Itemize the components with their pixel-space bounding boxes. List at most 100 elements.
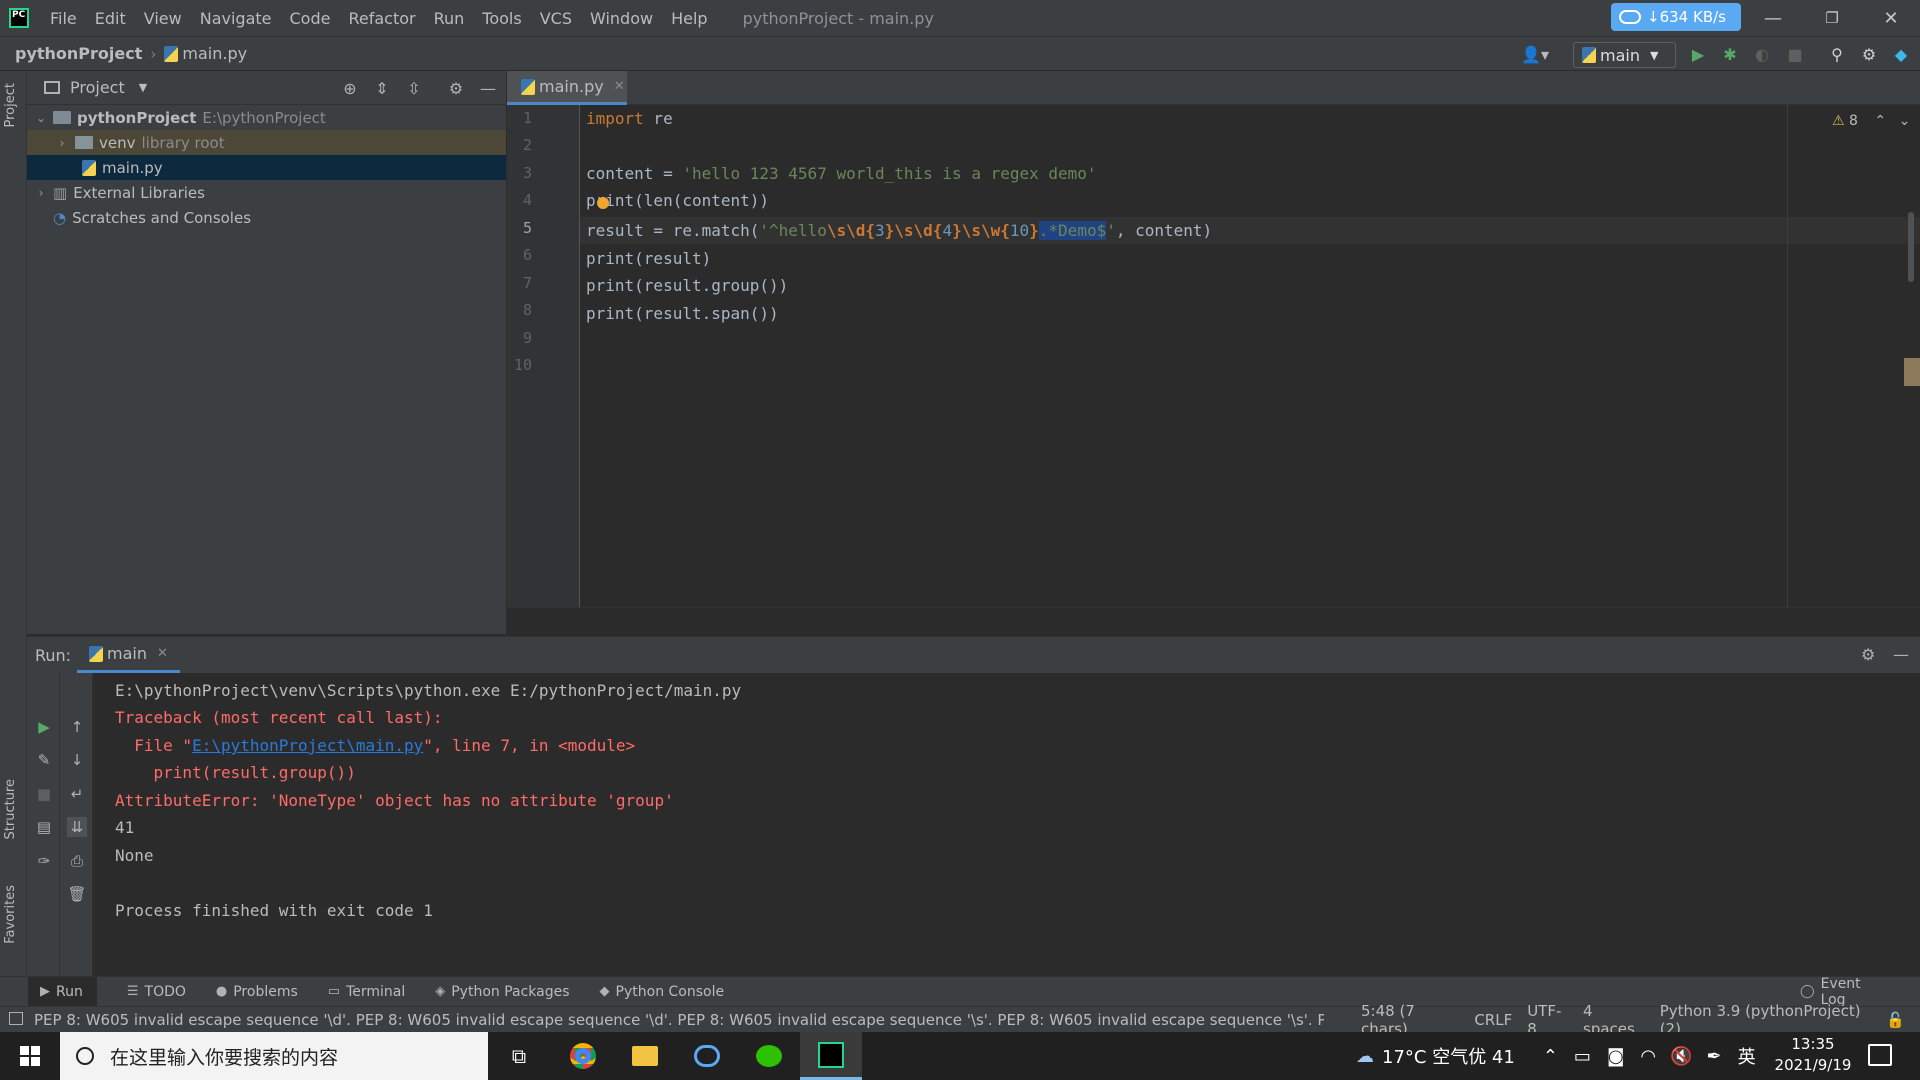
- file-explorer-icon[interactable]: [614, 1032, 676, 1080]
- tree-label: External Libraries: [73, 183, 205, 202]
- console-output[interactable]: E:\pythonProject\venv\Scripts\python.exe…: [115, 673, 1915, 977]
- line-separator[interactable]: CRLF: [1474, 1011, 1512, 1029]
- user-account-icon[interactable]: 👤▾: [1518, 44, 1552, 64]
- restore-button[interactable]: ❐: [1803, 0, 1861, 36]
- tool-tab-python-console[interactable]: ◆ Python Console: [600, 984, 725, 1000]
- baidu-netdisk-icon[interactable]: [676, 1032, 738, 1080]
- menu-help[interactable]: Help: [662, 9, 716, 28]
- tool-tab-run[interactable]: ▶ Run: [28, 976, 97, 1007]
- menu-code[interactable]: Code: [281, 9, 340, 28]
- tray-app-icon[interactable]: ◙: [1607, 1046, 1624, 1067]
- chevron-down-icon[interactable]: ▼: [139, 81, 147, 94]
- console-line: AttributeError: 'NoneType' object has no…: [115, 791, 674, 810]
- print-icon[interactable]: ⎙: [67, 851, 87, 871]
- search-icon: [76, 1047, 94, 1065]
- minimize-button[interactable]: —: [1744, 0, 1802, 36]
- collapsed-arrow-icon[interactable]: ›: [55, 136, 69, 150]
- clock[interactable]: 13:35 2021/9/19: [1768, 1034, 1858, 1076]
- traceback-file-link[interactable]: E:\pythonProject\main.py: [192, 736, 423, 755]
- stop-icon[interactable]: ■: [1785, 44, 1805, 64]
- tool-tab-terminal[interactable]: ▭ Terminal: [328, 984, 405, 1000]
- chevron-down-icon[interactable]: ⌄: [1899, 113, 1911, 129]
- breadcrumb-project[interactable]: pythonProject: [15, 44, 142, 63]
- tree-item-scratches[interactable]: ◔ Scratches and Consoles: [27, 205, 506, 230]
- tree-item-venv[interactable]: › venv library root: [27, 130, 506, 155]
- expanded-arrow-icon[interactable]: ⌄: [34, 111, 48, 125]
- layout-icon[interactable]: ▤: [34, 817, 54, 837]
- notification-center-icon[interactable]: [1868, 1044, 1892, 1066]
- run-config-select[interactable]: main ▼: [1573, 42, 1676, 68]
- close-window-button[interactable]: ✕: [1862, 0, 1920, 36]
- soft-wrap-icon[interactable]: ↵: [67, 784, 87, 804]
- collapse-all-icon[interactable]: ⇳: [405, 79, 423, 98]
- settings-gear-icon[interactable]: ⚙: [1859, 44, 1879, 64]
- menu-run[interactable]: Run: [425, 9, 474, 28]
- pin-icon[interactable]: ✑: [34, 851, 54, 871]
- chrome-icon[interactable]: [552, 1032, 614, 1080]
- rerun-icon[interactable]: ▶: [34, 717, 54, 737]
- menu-window[interactable]: Window: [581, 9, 662, 28]
- pen-icon[interactable]: ✒: [1707, 1046, 1722, 1067]
- menu-navigate[interactable]: Navigate: [191, 9, 281, 28]
- stripe-project-tab[interactable]: Project: [3, 83, 18, 127]
- arrow-down-icon[interactable]: ↓: [67, 750, 87, 770]
- lock-icon[interactable]: 🔓: [1886, 1011, 1905, 1029]
- pycharm-taskbar-icon[interactable]: [800, 1032, 862, 1080]
- stripe-structure-tab[interactable]: Structure: [3, 779, 18, 839]
- debug-icon[interactable]: ✱: [1720, 44, 1740, 64]
- tool-tab-problems[interactable]: ● Problems: [216, 984, 298, 1000]
- locate-file-icon[interactable]: ⊕: [341, 79, 359, 98]
- arrow-up-icon[interactable]: ↑: [67, 717, 87, 737]
- breadcrumb-file[interactable]: main.py: [182, 44, 247, 63]
- task-view-icon[interactable]: ⧉: [488, 1032, 550, 1080]
- plugin-icon[interactable]: ◆: [1891, 44, 1911, 64]
- settings-gear-icon[interactable]: ⚙: [1861, 645, 1875, 664]
- tool-tab-todo[interactable]: ☰ TODO: [127, 984, 186, 1000]
- close-tab-icon[interactable]: ✕: [614, 79, 625, 94]
- toggle-panels-icon[interactable]: [9, 1012, 23, 1025]
- wechat-icon[interactable]: [738, 1032, 800, 1080]
- wifi-icon[interactable]: ◠: [1640, 1046, 1656, 1067]
- hide-panel-icon[interactable]: —: [479, 79, 497, 98]
- code-editor[interactable]: import re content = 'hello 123 4567 worl…: [580, 105, 1920, 607]
- battery-icon[interactable]: ▭: [1574, 1046, 1591, 1067]
- menu-tools[interactable]: Tools: [473, 9, 530, 28]
- menu-file[interactable]: File: [41, 9, 86, 28]
- intention-bulb-icon[interactable]: [597, 197, 609, 209]
- download-speed-badge[interactable]: ↓ 634 KB/s: [1611, 3, 1741, 31]
- menu-view[interactable]: View: [135, 9, 191, 28]
- ime-indicator[interactable]: 英: [1738, 1043, 1756, 1069]
- volume-muted-icon[interactable]: 🔇: [1670, 1046, 1692, 1067]
- editor-scrollbar[interactable]: [1908, 212, 1914, 282]
- wrench-icon[interactable]: ✎: [34, 750, 54, 770]
- tool-tab-python-packages[interactable]: ◈ Python Packages: [435, 984, 569, 1000]
- tree-item-main-py[interactable]: main.py: [27, 155, 506, 180]
- coverage-icon[interactable]: ◐: [1752, 44, 1772, 64]
- expand-all-icon[interactable]: ⇕: [373, 79, 391, 98]
- start-button[interactable]: [0, 1032, 60, 1080]
- inspection-widget[interactable]: ⚠ 8 ⌃ ⌄: [1832, 113, 1910, 129]
- weather-text[interactable]: 17°C 空气优 41: [1382, 1043, 1515, 1069]
- status-message[interactable]: PEP 8: W605 invalid escape sequence '\d'…: [34, 1011, 1324, 1029]
- collapsed-arrow-icon[interactable]: ›: [34, 186, 48, 200]
- close-tab-icon[interactable]: ✕: [157, 646, 168, 661]
- editor-tab-main-py[interactable]: main.py ✕: [507, 71, 627, 105]
- taskbar-search-box[interactable]: 在这里输入你要搜索的内容: [60, 1032, 488, 1080]
- menu-refactor[interactable]: Refactor: [339, 9, 424, 28]
- scroll-to-end-icon[interactable]: ⇊: [67, 817, 87, 837]
- tree-item-external-libraries[interactable]: › ▥ External Libraries: [27, 180, 506, 205]
- stripe-favorites-tab[interactable]: Favorites: [3, 885, 18, 944]
- run-icon[interactable]: ▶: [1688, 44, 1708, 64]
- tree-item-project-root[interactable]: ⌄ pythonProject E:\pythonProject: [27, 105, 506, 130]
- search-icon[interactable]: ⚲: [1827, 44, 1847, 64]
- chevron-up-icon[interactable]: ⌃: [1543, 1046, 1558, 1067]
- stop-icon[interactable]: ■: [34, 784, 54, 804]
- menu-edit[interactable]: Edit: [86, 9, 135, 28]
- trash-icon[interactable]: 🗑: [67, 884, 87, 904]
- project-panel-title[interactable]: Project: [70, 78, 125, 97]
- menu-vcs[interactable]: VCS: [531, 9, 581, 28]
- settings-gear-icon[interactable]: ⚙: [447, 79, 465, 98]
- hide-panel-icon[interactable]: —: [1893, 645, 1909, 664]
- run-tab-main[interactable]: main ✕: [77, 637, 180, 673]
- chevron-up-icon[interactable]: ⌃: [1874, 113, 1886, 129]
